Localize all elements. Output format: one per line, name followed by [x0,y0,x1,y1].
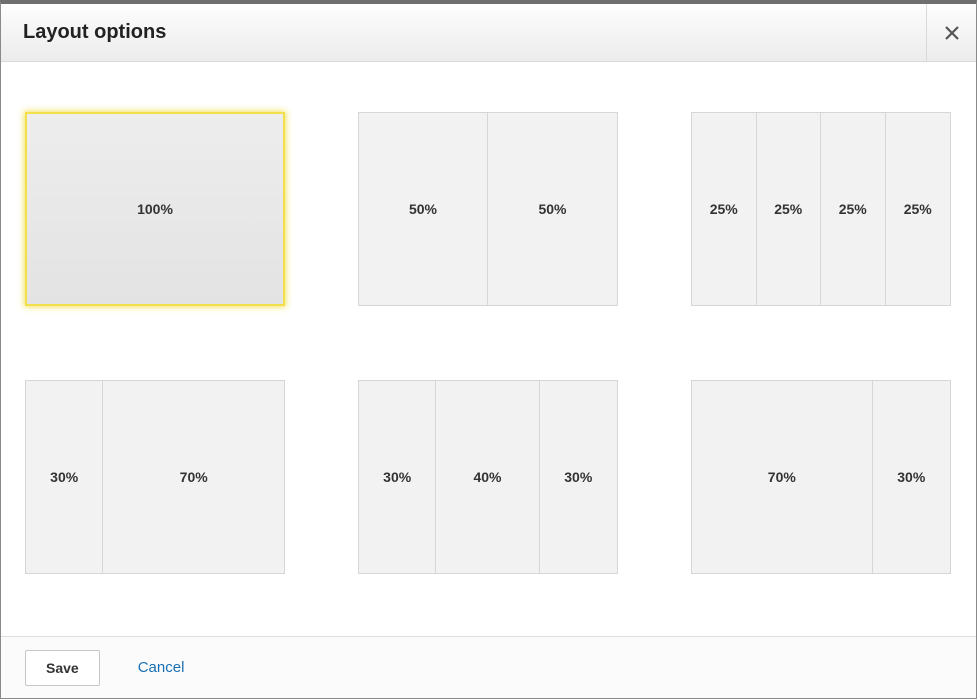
layout-option-5-segment-0: 70% [692,381,873,573]
layout-option-0[interactable]: 100% [25,112,285,306]
layout-option-5-segment-1: 30% [873,381,950,573]
close-icon [944,25,960,41]
layout-option-2-segment-3: 25% [886,113,951,305]
cancel-button[interactable]: Cancel [138,659,185,676]
layout-option-4[interactable]: 30%40%30% [358,380,618,574]
close-button[interactable] [926,4,976,62]
layout-option-5[interactable]: 70%30% [691,380,951,574]
layout-option-2[interactable]: 25%25%25%25% [691,112,951,306]
layout-option-1[interactable]: 50%50% [358,112,618,306]
layout-option-3[interactable]: 30%70% [25,380,285,574]
layout-option-1-segment-1: 50% [488,113,617,305]
layout-option-1-segment-0: 50% [359,113,488,305]
dialog-footer: Save Cancel [1,636,976,698]
layout-option-2-segment-0: 25% [692,113,757,305]
layout-option-4-segment-0: 30% [359,381,436,573]
dialog-header: Layout options [1,4,976,62]
layout-grid: 100%50%50%25%25%25%25%30%70%30%40%30%70%… [25,112,952,574]
layout-option-0-segment-0: 100% [27,114,283,304]
dialog-body: 100%50%50%25%25%25%25%30%70%30%40%30%70%… [1,62,976,636]
save-button[interactable]: Save [25,650,100,686]
layout-option-4-segment-1: 40% [436,381,539,573]
layout-option-3-segment-1: 70% [103,381,284,573]
layout-options-dialog: Layout options 100%50%50%25%25%25%25%30%… [0,0,977,699]
dialog-title: Layout options [23,21,166,44]
layout-option-4-segment-2: 30% [540,381,617,573]
layout-option-2-segment-1: 25% [757,113,822,305]
layout-option-2-segment-2: 25% [821,113,886,305]
layout-option-3-segment-0: 30% [26,381,103,573]
